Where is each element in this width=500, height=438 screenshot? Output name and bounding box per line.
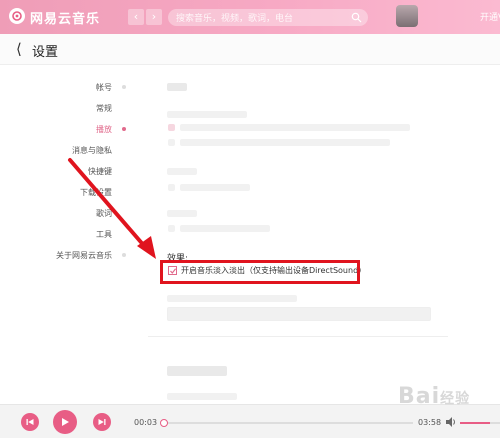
previous-track-button[interactable] bbox=[21, 413, 39, 431]
progress-bar[interactable] bbox=[160, 419, 413, 427]
total-time: 03:58 bbox=[418, 418, 442, 427]
volume-icon[interactable] bbox=[446, 417, 457, 427]
next-icon bbox=[98, 419, 106, 425]
volume-slider[interactable] bbox=[460, 422, 500, 424]
volume-fill bbox=[460, 422, 490, 424]
baidu-watermark: Bai经验 bbox=[398, 384, 471, 409]
previous-icon bbox=[26, 419, 34, 425]
play-icon bbox=[62, 418, 69, 426]
player-bar: 00:03 03:58 bbox=[0, 404, 500, 438]
next-track-button[interactable] bbox=[93, 413, 111, 431]
play-button[interactable] bbox=[53, 410, 77, 434]
progress-knob[interactable] bbox=[160, 419, 168, 427]
current-time: 00:03 bbox=[134, 418, 158, 427]
annotation-arrow-icon bbox=[68, 158, 156, 259]
